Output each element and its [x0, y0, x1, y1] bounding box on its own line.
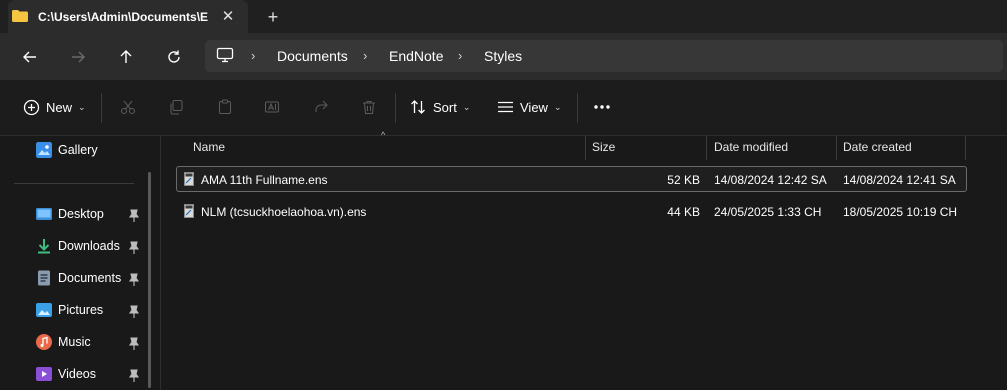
column-divider[interactable]: [836, 136, 837, 160]
sidebar-item-label: Documents: [58, 271, 122, 285]
arrow-up-icon: [120, 50, 132, 63]
pin-icon[interactable]: [128, 241, 140, 255]
pin-icon[interactable]: [128, 337, 140, 351]
divider: [101, 93, 102, 123]
pin-icon[interactable]: [128, 209, 140, 223]
column-header-size[interactable]: Size: [592, 140, 615, 154]
breadcrumb-chevron-icon[interactable]: ›: [458, 48, 462, 63]
sort-ascending-icon: ^: [381, 130, 386, 140]
file-date-modified: 14/08/2024 12:42 SA: [714, 173, 827, 187]
breadcrumb-chevron-icon[interactable]: ›: [363, 48, 367, 63]
new-tab-button[interactable]: +: [262, 6, 284, 28]
add-circle-icon: [23, 99, 40, 115]
up-button[interactable]: [113, 44, 139, 70]
column-header-date-created[interactable]: Date created: [843, 140, 912, 154]
delete-icon[interactable]: [359, 97, 379, 117]
chevron-down-icon: ⌄: [78, 101, 86, 112]
sidebar-item-label: Desktop: [58, 207, 104, 221]
breadcrumb-documents[interactable]: Documents: [277, 48, 348, 64]
breadcrumb-chevron-icon[interactable]: ›: [251, 48, 255, 63]
chevron-down-icon: ⌄: [553, 101, 562, 112]
tab-title: C:\Users\Admin\Documents\E: [38, 10, 209, 24]
folder-icon: [12, 10, 28, 22]
sort-button[interactable]: Sort ⌄: [410, 94, 470, 120]
divider: [14, 183, 134, 184]
this-pc-icon[interactable]: [216, 47, 234, 63]
view-label: View: [520, 99, 548, 115]
pictures-icon: [36, 303, 52, 317]
cut-icon[interactable]: [118, 97, 138, 117]
download-icon: [38, 239, 50, 254]
file-name: NLM (tcsuckhoelaohoa.vn).ens: [201, 205, 367, 219]
breadcrumb-styles[interactable]: Styles: [484, 48, 522, 64]
desktop-icon: [36, 208, 52, 220]
arrow-right-icon: [72, 51, 85, 63]
file-size: 52 KB: [667, 173, 700, 187]
arrow-left-icon: [23, 51, 36, 63]
breadcrumb-endnote[interactable]: EndNote: [389, 48, 443, 64]
pane-divider[interactable]: [160, 136, 161, 390]
back-button[interactable]: [17, 44, 43, 70]
pin-icon[interactable]: [128, 305, 140, 319]
chevron-down-icon: ⌄: [462, 101, 471, 112]
file-date-created: 18/05/2025 10:19 CH: [843, 205, 958, 219]
divider: [395, 93, 396, 123]
sidebar-item-label: Downloads: [58, 239, 120, 253]
pin-icon[interactable]: [128, 273, 140, 287]
view-button[interactable]: View ⌄: [497, 94, 562, 120]
sort-label: Sort: [433, 99, 457, 115]
sidebar-item-label: Videos: [58, 367, 96, 381]
more-options-icon[interactable]: [592, 97, 612, 117]
column-header-date-modified[interactable]: Date modified: [714, 140, 788, 154]
column-divider[interactable]: [965, 136, 966, 160]
endnote-style-file-icon: [184, 172, 194, 186]
refresh-icon: [168, 50, 180, 63]
file-date-modified: 24/05/2025 1:33 CH: [714, 205, 822, 219]
paste-icon[interactable]: [215, 97, 235, 117]
sidebar-item-label: Pictures: [58, 303, 104, 317]
column-divider[interactable]: [706, 136, 707, 160]
refresh-button[interactable]: [161, 44, 187, 70]
file-date-created: 14/08/2024 12:41 SA: [843, 173, 956, 187]
view-list-icon: [498, 101, 513, 113]
music-icon: [36, 334, 52, 350]
videos-icon: [36, 367, 52, 381]
close-tab-icon[interactable]: ✕: [218, 7, 238, 27]
column-divider[interactable]: [585, 136, 586, 160]
new-button[interactable]: New ⌄: [23, 94, 86, 120]
copy-icon[interactable]: [166, 97, 186, 117]
document-icon: [38, 270, 50, 286]
forward-button[interactable]: [65, 44, 91, 70]
gallery-icon: [36, 142, 52, 158]
sidebar-item-label: Music: [58, 335, 91, 349]
sidebar-item-label: Gallery: [58, 143, 98, 157]
new-label: New: [46, 99, 73, 115]
sidebar-scrollbar[interactable]: [148, 172, 151, 388]
rename-icon[interactable]: [262, 97, 282, 117]
column-header-name[interactable]: Name: [193, 140, 225, 154]
sort-icon: [411, 100, 425, 114]
file-size: 44 KB: [667, 205, 700, 219]
endnote-style-file-icon: [184, 204, 194, 218]
divider: [577, 93, 578, 123]
file-name: AMA 11th Fullname.ens: [201, 173, 328, 187]
share-icon[interactable]: [311, 97, 331, 117]
pin-icon[interactable]: [128, 369, 140, 383]
sidebar-item-gallery[interactable]: Gallery: [36, 139, 152, 161]
